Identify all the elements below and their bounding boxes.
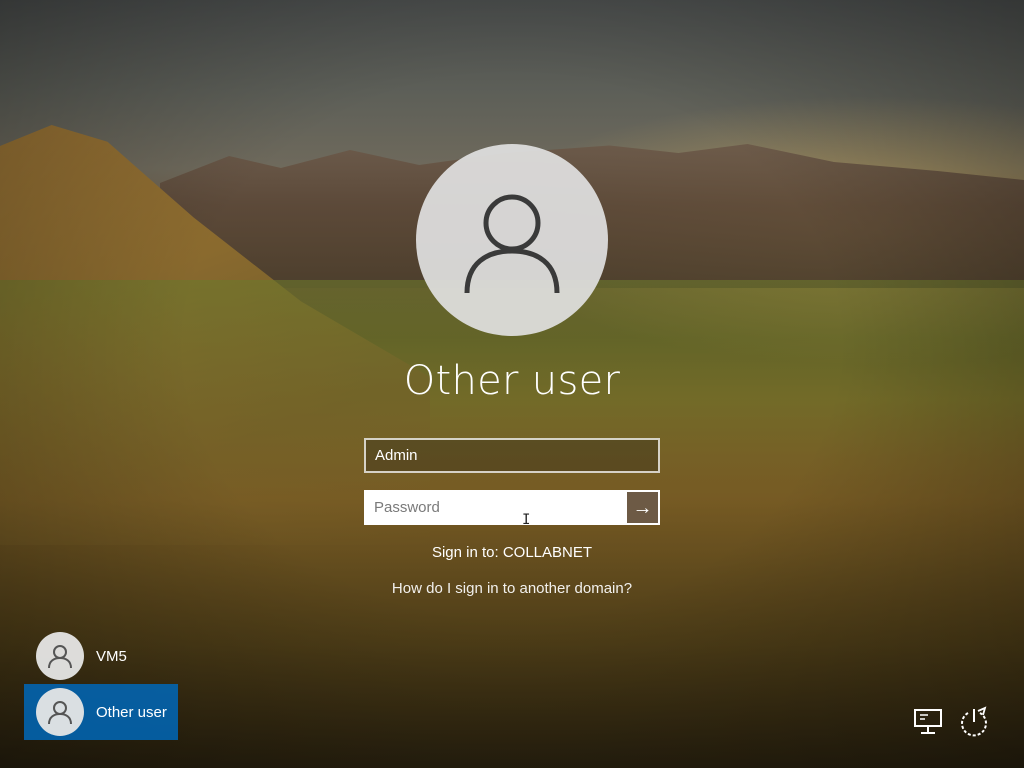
user-avatar xyxy=(416,144,608,336)
person-icon xyxy=(48,701,72,725)
person-icon xyxy=(48,645,72,669)
signin-target-label: Sign in to: COLLABNET xyxy=(431,544,593,561)
password-field-container: → xyxy=(364,490,660,525)
power-icon xyxy=(961,706,987,737)
account-name: Other user xyxy=(403,358,621,404)
user-tile-label: Other user xyxy=(96,703,167,721)
user-tile-label: VM5 xyxy=(96,647,127,665)
avatar xyxy=(36,688,84,736)
username-field[interactable]: Admin xyxy=(364,438,660,473)
arrow-right-icon: → xyxy=(632,496,653,519)
network-icon xyxy=(914,709,942,734)
user-tile-vm5[interactable]: VM5 xyxy=(24,628,178,684)
password-input[interactable] xyxy=(366,492,627,523)
user-tile-other-user[interactable]: Other user xyxy=(24,684,178,740)
text-cursor-icon: I xyxy=(522,512,531,528)
person-icon xyxy=(464,194,560,294)
avatar xyxy=(36,632,84,680)
power-button[interactable] xyxy=(956,704,992,740)
network-button[interactable] xyxy=(910,704,946,740)
other-domain-link[interactable]: How do I sign in to another domain? xyxy=(0,580,1024,597)
submit-button[interactable]: → xyxy=(627,492,658,523)
